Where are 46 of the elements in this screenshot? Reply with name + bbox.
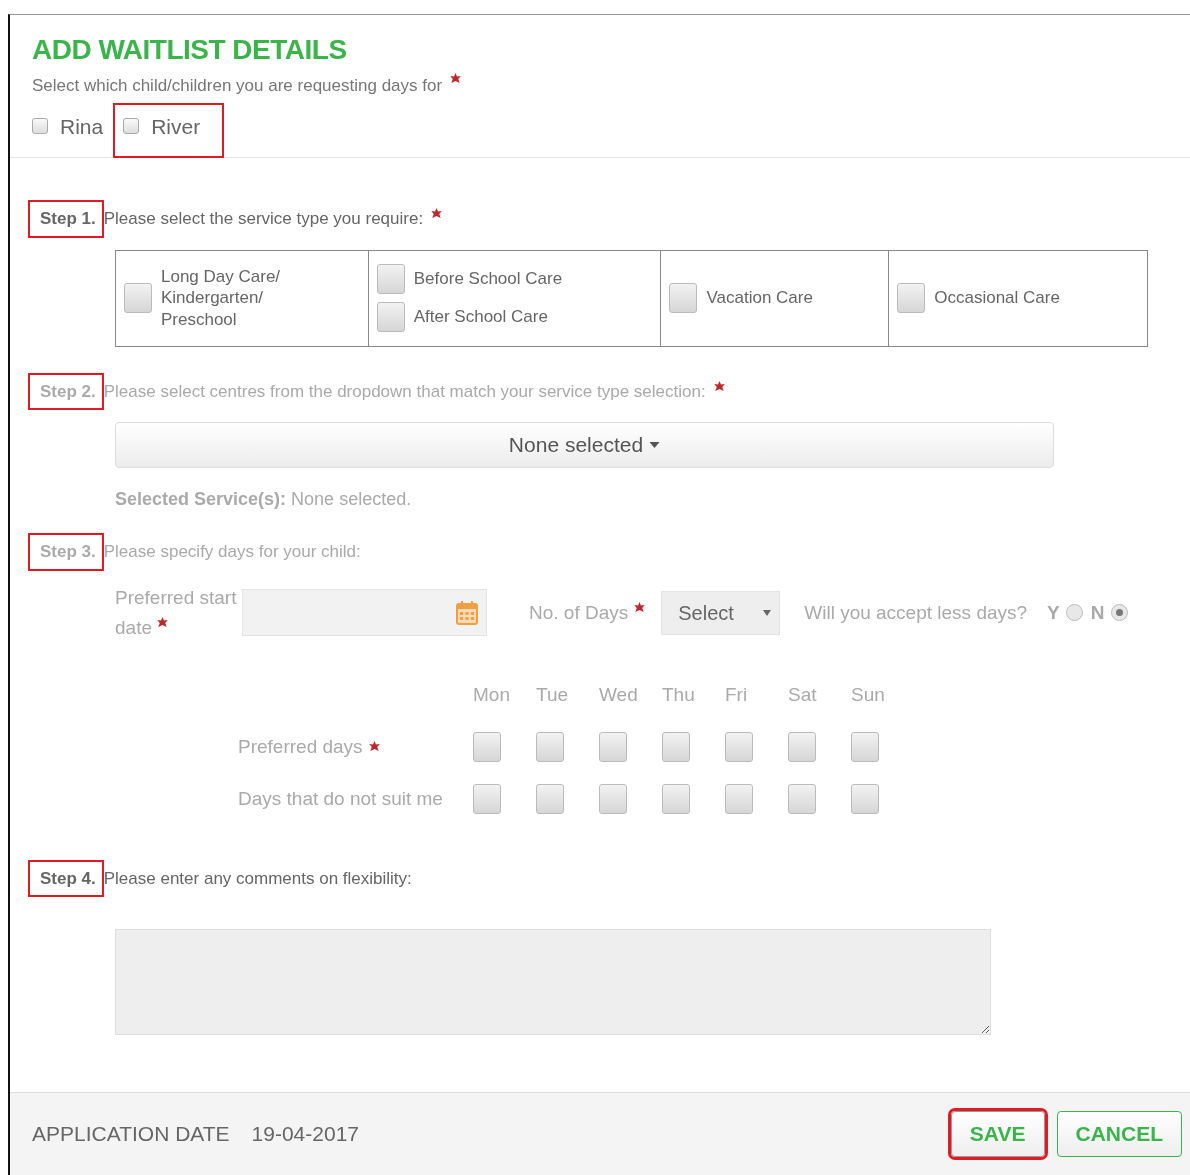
step-text: Please specify days for your child: xyxy=(103,541,361,563)
day-row-label: Preferred days xyxy=(238,732,473,762)
caret-icon xyxy=(763,609,772,616)
checkbox[interactable] xyxy=(124,283,152,313)
checkbox[interactable] xyxy=(376,302,405,332)
step-label: Step 2. xyxy=(30,374,102,408)
application-date-label: APPLICATION DATE xyxy=(32,1121,230,1148)
prompt-text: Select which child/children you are requesting days for xyxy=(32,75,443,97)
selected-services-text: Selected Service(s): None selected. xyxy=(115,488,413,511)
service-label: Vacation Care xyxy=(706,287,813,309)
caret-icon xyxy=(649,442,661,448)
step-text: Please enter any comments on flexibility: xyxy=(103,867,412,890)
checkbox[interactable] xyxy=(669,283,698,313)
service-label: Before School Care xyxy=(413,268,563,290)
weekday-label: Wed xyxy=(599,683,639,708)
service-label: Long Day Care/ Kindergarten/ Preschool xyxy=(161,266,282,330)
child-name: Rina xyxy=(60,113,104,140)
accept-less-question: Will you accept less days? xyxy=(804,600,1028,625)
radio-label: Y xyxy=(1047,600,1060,625)
date-field[interactable] xyxy=(242,589,487,637)
calendar-icon[interactable] xyxy=(456,600,478,625)
weekday-label: Thu xyxy=(662,683,696,708)
comments-field[interactable] xyxy=(115,929,991,1036)
step-label: Step 4. xyxy=(30,861,102,896)
checkbox[interactable] xyxy=(32,118,48,135)
checkbox[interactable] xyxy=(376,264,405,294)
step-text: Please select the service type you require: xyxy=(103,208,424,230)
weekday-label: Mon xyxy=(473,683,511,708)
start-date-label: Preferred start date xyxy=(115,585,238,640)
child-name: River xyxy=(151,113,201,140)
weekday-label: Sun xyxy=(851,683,886,708)
checkbox[interactable] xyxy=(123,118,140,135)
application-date: 19-04-2017 xyxy=(251,1121,359,1148)
weekday-label: Sat xyxy=(788,683,818,708)
service-label: Occasional Care xyxy=(934,287,1060,309)
checkbox[interactable] xyxy=(897,283,926,313)
step-text: Please select centres from the dropdown that match your service type selection: xyxy=(103,380,706,403)
step-label: Step 1. xyxy=(30,202,102,236)
form-title: ADD WAITLIST DETAILS xyxy=(32,33,348,67)
weekday-label: Tue xyxy=(536,683,570,708)
service-label: After School Care xyxy=(413,306,548,328)
weekday-label: Fri xyxy=(725,683,749,708)
step-label: Step 3. xyxy=(30,535,102,569)
day-row-label: Days that do not suit me xyxy=(238,786,444,811)
days-count-label: No. of Days xyxy=(529,598,646,628)
radio-label: N xyxy=(1090,600,1105,625)
